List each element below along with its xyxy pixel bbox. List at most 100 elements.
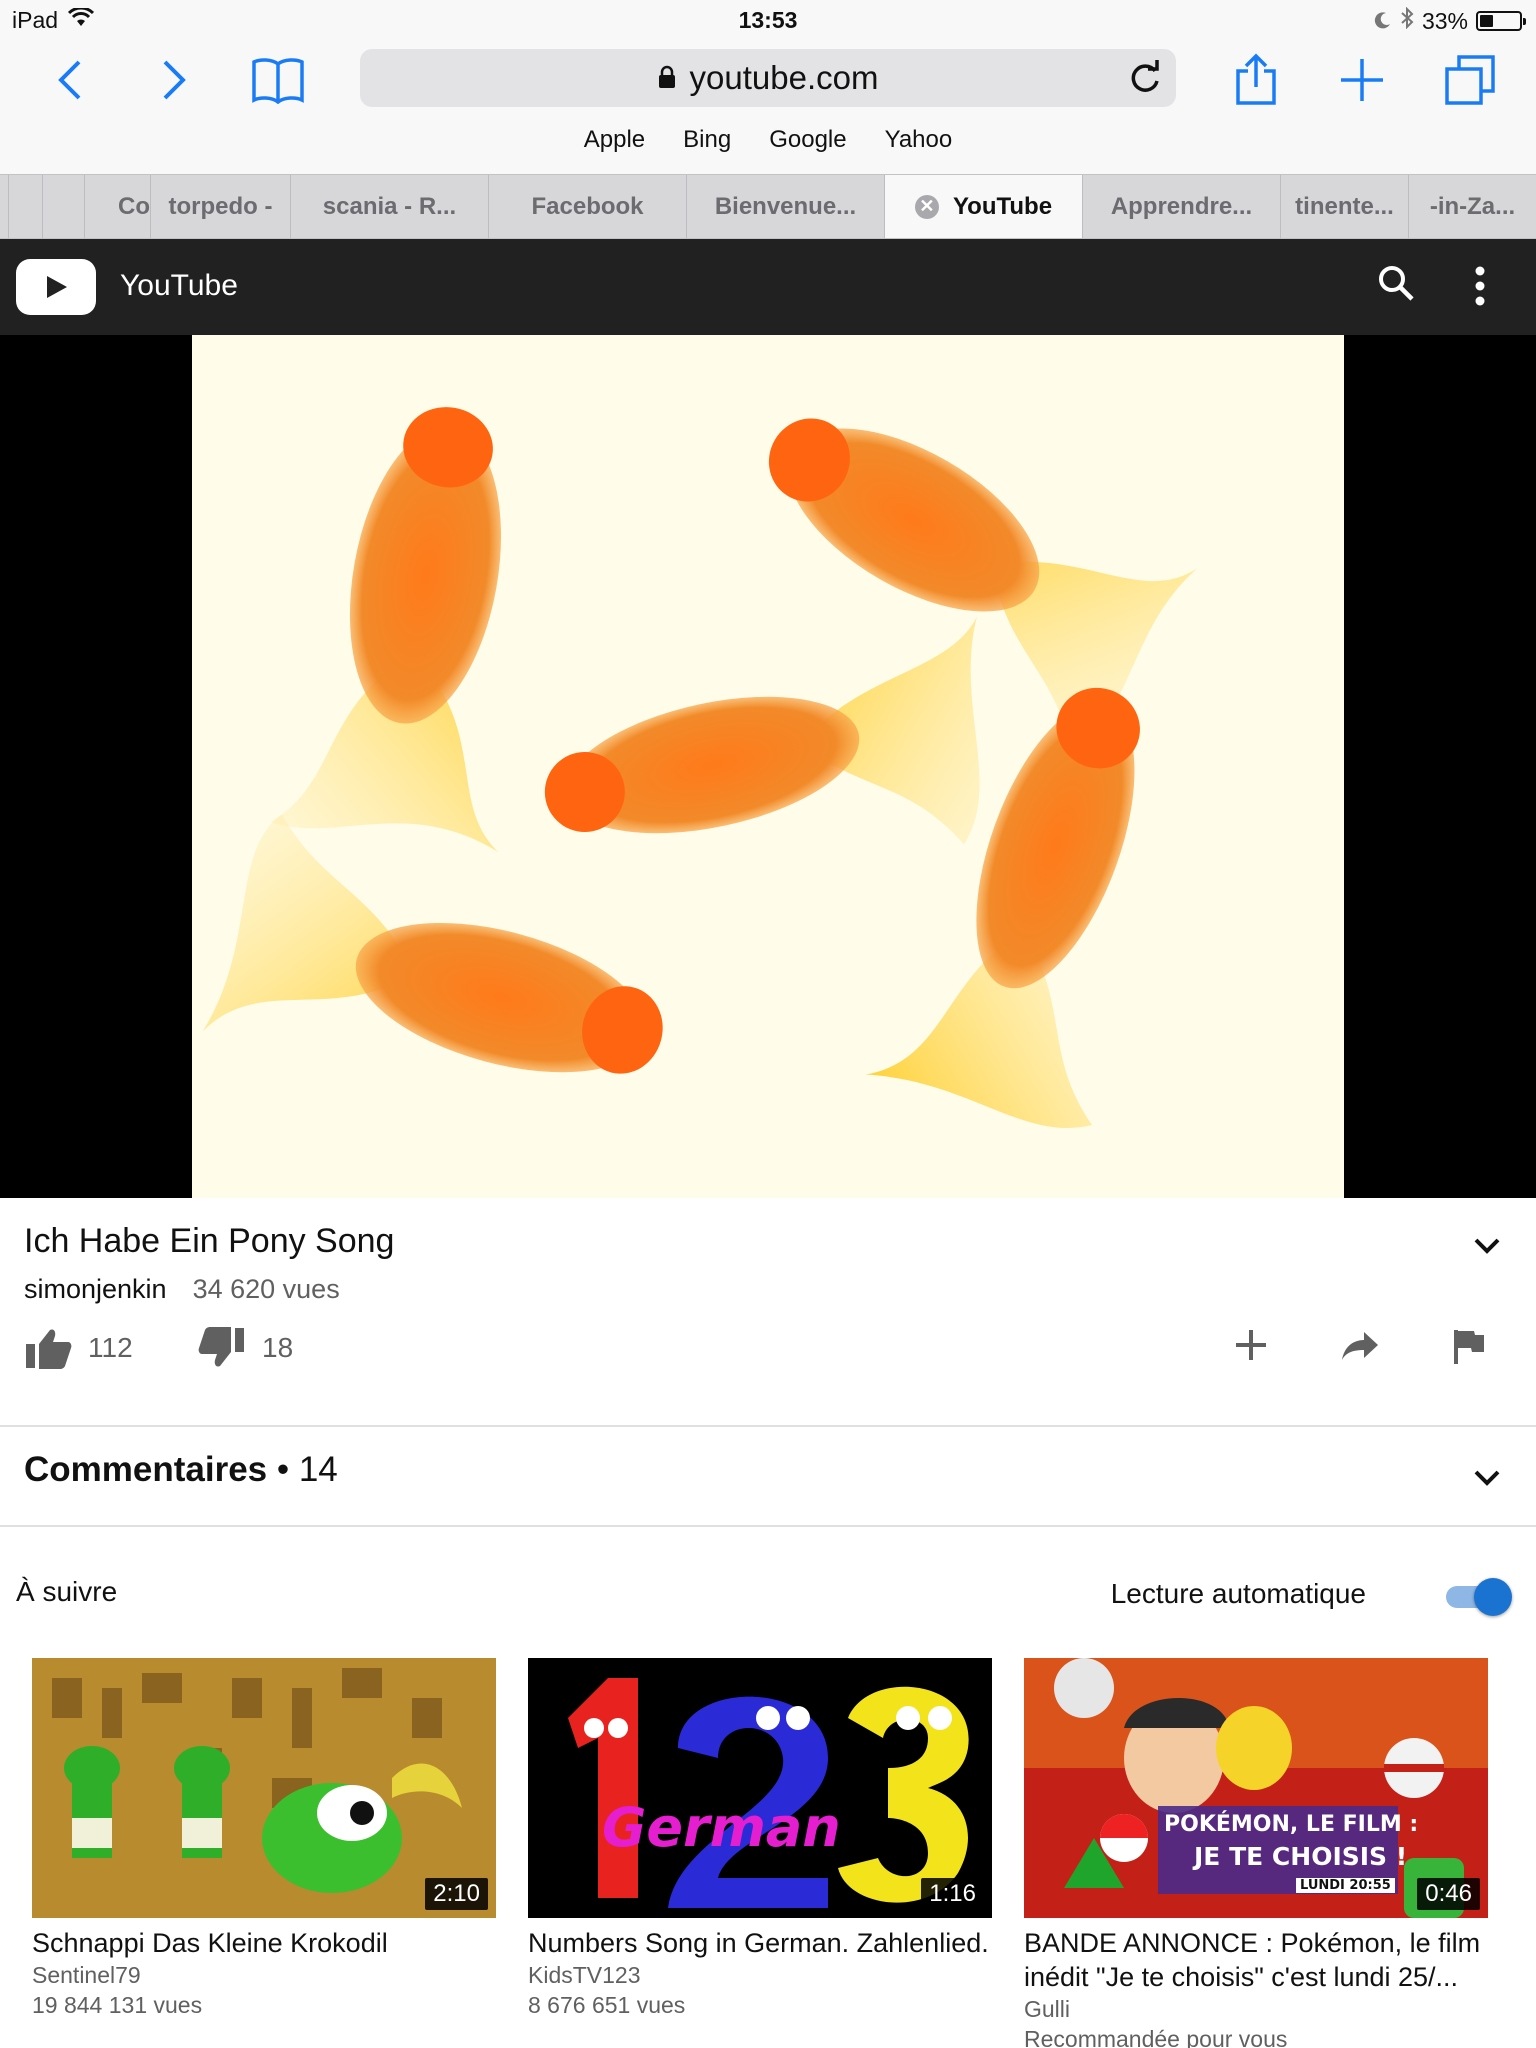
tab-torpedo[interactable]: torpedo - xyxy=(150,175,290,238)
battery-fill xyxy=(1480,15,1493,27)
chevron-left-icon xyxy=(58,60,81,100)
video-card-title[interactable]: Numbers Song in German. Zahlenlied. xyxy=(528,1926,992,1960)
tab-label: Apprendre... xyxy=(1110,192,1253,220)
video-card-channel: Sentinel79 xyxy=(32,1962,141,1988)
new-tab-button[interactable] xyxy=(1332,50,1392,110)
flag-icon xyxy=(1454,1330,1484,1364)
up-next-label: À suivre xyxy=(16,1576,118,1607)
battery-icon xyxy=(1476,11,1526,31)
back-button[interactable] xyxy=(40,50,100,110)
tab-facebook[interactable]: Facebook xyxy=(488,175,686,238)
video-card-title[interactable]: Schnappi Das Kleine Krokodil xyxy=(32,1926,496,1960)
comments-header[interactable]: Commentaires • 14 xyxy=(24,1450,338,1490)
forward-button[interactable] xyxy=(144,50,204,110)
battery-percent: 33% xyxy=(1421,7,1468,34)
clock: 13:53 xyxy=(738,7,798,33)
tabs-icon xyxy=(1445,55,1495,105)
tab-scania[interactable]: scania - R... xyxy=(290,175,488,238)
tab-in-za[interactable]: -in-Za... xyxy=(1408,175,1536,238)
url-text: youtube.com xyxy=(689,59,879,96)
report-button[interactable] xyxy=(1452,1328,1486,1366)
autoplay-toggle[interactable] xyxy=(1446,1578,1516,1616)
goldfish-image xyxy=(202,407,1198,1128)
video-frame[interactable] xyxy=(192,335,1344,1198)
video-card[interactable]: German 1:16 Numbers Song in German. Zahl… xyxy=(528,1658,992,2020)
favorite-yahoo[interactable]: Yahoo xyxy=(885,126,953,154)
plus-icon xyxy=(1236,1330,1266,1360)
tab-bar: Co torpedo - scania - R... Facebook Bien… xyxy=(0,174,1536,239)
tab-apprendre[interactable]: Apprendre... xyxy=(1082,175,1280,238)
duration-badge: 2:10 xyxy=(425,1878,488,1910)
expand-comments-icon[interactable] xyxy=(1470,1460,1504,1494)
search-icon[interactable] xyxy=(1376,263,1422,309)
plus-icon xyxy=(1341,59,1383,101)
tab-stack[interactable] xyxy=(42,175,84,238)
youtube-logo-icon[interactable] xyxy=(16,259,96,315)
more-options-icon[interactable] xyxy=(1462,263,1498,309)
youtube-header: YouTube xyxy=(0,239,1536,335)
browser-toolbar: youtube.com Apple Bing Google Yahoo xyxy=(0,40,1536,174)
video-thumbnail[interactable]: German 1:16 xyxy=(528,1658,992,1918)
address-bar[interactable]: youtube.com xyxy=(360,49,1176,107)
favorites-bar: Apple Bing Google Yahoo xyxy=(0,126,1536,154)
video-card-views: 8 676 651 vues xyxy=(528,1992,686,2018)
view-count: 34 620 vues xyxy=(192,1274,340,1304)
comments-label: Commentaires xyxy=(24,1450,268,1489)
favorite-apple[interactable]: Apple xyxy=(584,126,645,154)
thumbnail-overlay-line2: JE TE CHOISIS ! xyxy=(1194,1842,1408,1871)
share-arrow-icon xyxy=(1342,1332,1378,1360)
add-to-playlist-button[interactable] xyxy=(1234,1328,1268,1362)
video-title: Ich Habe Ein Pony Song xyxy=(24,1222,395,1260)
divider xyxy=(0,1525,1536,1527)
share-button[interactable] xyxy=(1226,50,1286,110)
video-thumbnail[interactable]: POKÉMON, LE FILM : JE TE CHOISIS ! LUNDI… xyxy=(1024,1658,1488,1918)
tab-youtube[interactable]: ✕ YouTube xyxy=(884,175,1082,238)
reload-icon[interactable] xyxy=(1128,59,1162,103)
thumbnail-overlay-line3: LUNDI 20:55 xyxy=(1296,1878,1395,1893)
autoplay-label: Lecture automatique xyxy=(1110,1578,1366,1609)
like-button[interactable]: 112 xyxy=(24,1326,133,1370)
share-video-button[interactable] xyxy=(1340,1330,1380,1362)
video-player[interactable] xyxy=(0,335,1536,1198)
tab-stack[interactable] xyxy=(8,175,42,238)
video-actions: 112 18 xyxy=(24,1326,1514,1386)
tab-bienvenue[interactable]: Bienvenue... xyxy=(686,175,884,238)
bookmarks-button[interactable] xyxy=(248,50,308,110)
tab-label: torpedo - xyxy=(168,192,273,220)
tab-tinente[interactable]: tinente... xyxy=(1280,175,1408,238)
lock-icon xyxy=(658,59,676,97)
thumbnail-overlay-line1: POKÉMON, LE FILM : xyxy=(1164,1812,1419,1837)
share-icon xyxy=(1236,53,1276,105)
video-card-title[interactable]: BANDE ANNONCE : Pokémon, le film inédit … xyxy=(1024,1926,1488,1994)
thumbs-down-icon xyxy=(198,1327,244,1367)
favorite-bing[interactable]: Bing xyxy=(683,126,731,154)
moon-icon xyxy=(1374,8,1392,35)
tab-label: Facebook xyxy=(531,192,644,220)
close-tab-icon[interactable]: ✕ xyxy=(914,194,939,219)
tab-label: -in-Za... xyxy=(1429,192,1516,220)
channel-name[interactable]: simonjenkin xyxy=(24,1274,167,1305)
tab-label: Co xyxy=(118,192,150,220)
video-card[interactable]: POKÉMON, LE FILM : JE TE CHOISIS ! LUNDI… xyxy=(1024,1658,1488,2048)
video-card[interactable]: 2:10 Schnappi Das Kleine Krokodil Sentin… xyxy=(32,1658,496,2020)
thumbs-up-icon xyxy=(26,1329,72,1369)
tab-label: scania - R... xyxy=(322,192,457,220)
favorite-google[interactable]: Google xyxy=(769,126,846,154)
expand-description-icon[interactable] xyxy=(1470,1228,1504,1262)
book-icon xyxy=(252,58,304,104)
video-card-views: 19 844 131 vues xyxy=(32,1992,203,2018)
duration-badge: 0:46 xyxy=(1417,1878,1480,1910)
thumbnail-overlay-text: German xyxy=(602,1796,841,1859)
youtube-title[interactable]: YouTube xyxy=(120,269,238,303)
video-thumbnail[interactable]: 2:10 xyxy=(32,1658,496,1918)
status-bar: iPad 13:53 33% xyxy=(0,0,1536,40)
tab-co[interactable]: Co xyxy=(84,175,150,238)
tab-label: YouTube xyxy=(952,192,1053,220)
dislike-button[interactable]: 18 xyxy=(198,1326,293,1370)
tabs-overview-button[interactable] xyxy=(1440,50,1500,110)
bluetooth-icon xyxy=(1400,6,1414,35)
like-count: 112 xyxy=(88,1332,133,1363)
chevron-right-icon xyxy=(163,60,186,100)
toggle-knob xyxy=(1474,1578,1512,1616)
video-card-channel: KidsTV123 xyxy=(528,1962,641,1988)
